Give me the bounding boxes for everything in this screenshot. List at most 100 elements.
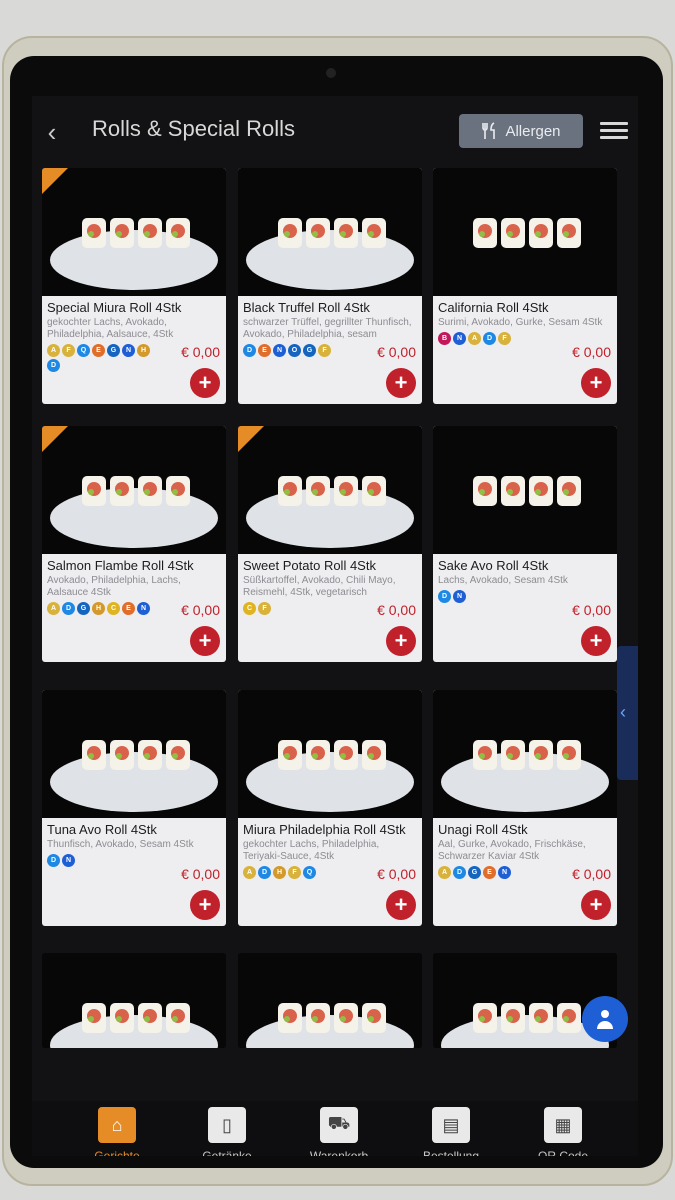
- add-to-cart-button[interactable]: +: [190, 890, 220, 920]
- product-image: [238, 426, 422, 554]
- add-to-cart-button[interactable]: +: [386, 368, 416, 398]
- clipboard-icon: ▤: [432, 1107, 470, 1143]
- product-name: California Roll 4Stk: [438, 300, 549, 315]
- tab-label: Bestellung: [422, 1149, 480, 1156]
- list-view-button[interactable]: [600, 118, 628, 144]
- allergen-badge: O: [288, 344, 301, 357]
- back-button[interactable]: ‹: [40, 118, 64, 146]
- allergen-badges: ADGEN: [438, 866, 548, 879]
- allergen-badge: G: [77, 602, 90, 615]
- product-description: gekochter Lachs, Philadelphia, Teriyaki-…: [243, 839, 380, 862]
- allergen-badge: B: [438, 332, 451, 345]
- allergen-badges: DN: [47, 854, 157, 867]
- product-card[interactable]: Unagi Roll 4Stk Aal, Gurke, Avokado, Fris…: [433, 690, 617, 926]
- product-card[interactable]: Sweet Potato Roll 4Stk Süßkartoffel, Avok…: [238, 426, 422, 662]
- allergen-badges: BNADF: [438, 332, 548, 345]
- product-card[interactable]: [238, 953, 422, 1048]
- allergen-badge: Q: [77, 344, 90, 357]
- product-image: [238, 953, 422, 1048]
- product-image: [433, 426, 617, 554]
- allergen-badge: N: [453, 590, 466, 603]
- allergen-badge: F: [258, 602, 271, 615]
- add-to-cart-button[interactable]: +: [581, 368, 611, 398]
- allergen-badge: D: [243, 344, 256, 357]
- tab-gerichte[interactable]: ⌂ Gerichte: [72, 1107, 162, 1156]
- tab-label: Gerichte: [94, 1149, 140, 1156]
- allergen-label: Allergen: [505, 122, 561, 140]
- allergen-badge: A: [47, 602, 60, 615]
- tab-bestellung[interactable]: ▤ Bestellung: [406, 1107, 496, 1156]
- allergen-badge: D: [62, 602, 75, 615]
- allergen-badges: ADHFQ: [243, 866, 353, 879]
- product-info: California Roll 4Stk Surimi, Avokado, Gur…: [433, 296, 617, 404]
- allergen-badges: DN: [438, 590, 548, 603]
- product-image: [42, 690, 226, 818]
- allergen-badge: Q: [303, 866, 316, 879]
- allergen-badge: N: [453, 332, 466, 345]
- allergen-badges: AFQEGNH D: [47, 344, 157, 372]
- product-price: € 0,00: [572, 602, 611, 618]
- allergen-badge: D: [258, 866, 271, 879]
- allergen-badge: E: [92, 344, 105, 357]
- product-description: Surimi, Avokado, Gurke, Sesam 4Stk: [438, 317, 603, 328]
- product-info: Sweet Potato Roll 4Stk Süßkartoffel, Avok…: [238, 554, 422, 662]
- allergen-badge: H: [137, 344, 150, 357]
- special-tag-icon: [42, 426, 68, 452]
- product-info: Unagi Roll 4Stk Aal, Gurke, Avokado, Fris…: [433, 818, 617, 926]
- allergen-badge: G: [107, 344, 120, 357]
- product-card[interactable]: Sake Avo Roll 4Stk Lachs, Avokado, Sesam …: [433, 426, 617, 662]
- product-price: € 0,00: [377, 344, 416, 360]
- tab-getränke[interactable]: ▯ Getränke: [182, 1107, 272, 1156]
- product-price: € 0,00: [181, 866, 220, 882]
- allergen-badge: H: [92, 602, 105, 615]
- product-card[interactable]: Black Truffel Roll 4Stk schwarzer Trüffel…: [238, 168, 422, 404]
- product-card[interactable]: California Roll 4Stk Surimi, Avokado, Gur…: [433, 168, 617, 404]
- allergen-button[interactable]: Allergen: [459, 114, 583, 148]
- product-price: € 0,00: [377, 866, 416, 882]
- allergen-badge: N: [498, 866, 511, 879]
- product-card[interactable]: Miura Philadelphia Roll 4Stk gekochter La…: [238, 690, 422, 926]
- product-price: € 0,00: [181, 344, 220, 360]
- product-info: Tuna Avo Roll 4Stk Thunfisch, Avokado, Se…: [42, 818, 226, 926]
- tab-label: Warenkorb: [309, 1149, 369, 1156]
- allergen-badge: C: [107, 602, 120, 615]
- add-to-cart-button[interactable]: +: [581, 626, 611, 656]
- product-card[interactable]: [42, 953, 226, 1048]
- product-name: Unagi Roll 4Stk: [438, 822, 528, 837]
- product-description: Avokado, Philadelphia, Lachs, Aalsauce 4…: [47, 575, 181, 598]
- drink-icon: ▯: [208, 1107, 246, 1143]
- cutlery-icon: [482, 122, 496, 139]
- front-camera: [326, 68, 336, 78]
- allergen-badge: H: [273, 866, 286, 879]
- tab-warenkorb[interactable]: ⛟ Warenkorb: [294, 1107, 384, 1156]
- product-card[interactable]: Special Miura Roll 4Stk gekochter Lachs, …: [42, 168, 226, 404]
- page-title: Rolls & Special Rolls: [92, 116, 295, 141]
- add-to-cart-button[interactable]: +: [190, 368, 220, 398]
- allergen-badge: F: [288, 866, 301, 879]
- product-card[interactable]: Salmon Flambe Roll 4Stk Avokado, Philadel…: [42, 426, 226, 662]
- product-info: Salmon Flambe Roll 4Stk Avokado, Philadel…: [42, 554, 226, 662]
- allergen-badge: E: [122, 602, 135, 615]
- product-name: Tuna Avo Roll 4Stk: [47, 822, 157, 837]
- side-drawer-tab[interactable]: ‹: [617, 646, 638, 780]
- allergen-badges: DENOGF: [243, 344, 353, 357]
- bottom-tab-bar: ⌂ Gerichte ▯ Getränke ⛟ Warenkorb ▤ Bestellung ▦…: [32, 1101, 638, 1156]
- add-to-cart-button[interactable]: +: [386, 626, 416, 656]
- special-tag-icon: [42, 168, 68, 194]
- product-name: Salmon Flambe Roll 4Stk: [47, 558, 194, 573]
- product-description: Lachs, Avokado, Sesam 4Stk: [438, 575, 568, 586]
- product-card[interactable]: Tuna Avo Roll 4Stk Thunfisch, Avokado, Se…: [42, 690, 226, 926]
- allergen-badge: F: [318, 344, 331, 357]
- call-waiter-button[interactable]: [582, 996, 628, 1042]
- product-grid: Special Miura Roll 4Stk gekochter Lachs, …: [42, 168, 622, 1103]
- allergen-badge: D: [47, 854, 60, 867]
- add-to-cart-button[interactable]: +: [581, 890, 611, 920]
- product-image: [433, 168, 617, 296]
- product-image: [238, 168, 422, 296]
- allergen-badge: E: [258, 344, 271, 357]
- product-description: Aal, Gurke, Avokado, Frischkäse, Schwarz…: [438, 839, 586, 862]
- tab-qr-code[interactable]: ▦ QR Code: [518, 1107, 608, 1156]
- allergen-badge: D: [453, 866, 466, 879]
- add-to-cart-button[interactable]: +: [190, 626, 220, 656]
- add-to-cart-button[interactable]: +: [386, 890, 416, 920]
